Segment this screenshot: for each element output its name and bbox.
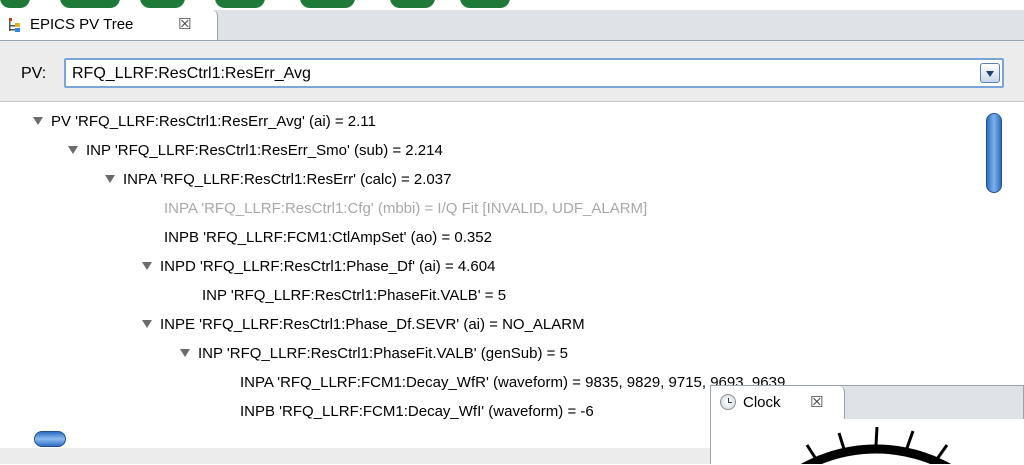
tree-node-label: INPB 'RFQ_LLRF:FCM1:Decay_WfI' (waveform… <box>240 403 594 420</box>
tree-node-label: INPD 'RFQ_LLRF:ResCtrl1:Phase_Df' (ai) =… <box>160 258 496 275</box>
tree-node-label: INPE 'RFQ_LLRF:ResCtrl1:Phase_Df.SEVR' (… <box>160 316 585 333</box>
close-icon[interactable]: ☒ <box>810 393 823 411</box>
tree-node-label: INPA 'RFQ_LLRF:ResCtrl1:Cfg' (mbbi) = I/… <box>164 200 648 217</box>
expand-triangle-icon[interactable] <box>105 175 115 183</box>
horizontal-scroll-thumb[interactable] <box>34 431 66 447</box>
tree-node[interactable]: INPB 'RFQ_LLRF:FCM1:Decay_WfI' (waveform… <box>240 400 710 424</box>
tree-node-label: INPA 'RFQ_LLRF:ResCtrl1:ResErr' (calc) =… <box>123 171 452 188</box>
expand-triangle-icon[interactable] <box>180 349 190 357</box>
expand-triangle-icon[interactable] <box>142 320 152 328</box>
top-decoration <box>0 0 1024 10</box>
vertical-scroll-thumb[interactable] <box>986 113 1002 193</box>
pv-input-row: PV: <box>0 41 1024 101</box>
pv-name-input[interactable] <box>72 63 952 85</box>
tree-node-label: INP 'RFQ_LLRF:ResCtrl1:PhaseFit.VALB' = … <box>202 287 507 304</box>
clock-tab-title: Clock <box>743 394 781 411</box>
tab-epics-pv-tree[interactable]: EPICS PV Tree ☒ <box>0 10 218 40</box>
tree-node-label: INP 'RFQ_LLRF:ResCtrl1:PhaseFit.VALB' (g… <box>198 345 568 362</box>
expand-triangle-icon[interactable] <box>142 262 152 270</box>
clock-icon <box>720 394 736 410</box>
tree-node-label: INPB 'RFQ_LLRF:FCM1:CtlAmpSet' (ao) = 0.… <box>164 229 492 246</box>
tree-node-label: INP 'RFQ_LLRF:ResCtrl1:ResErr_Smo' (sub)… <box>86 142 443 159</box>
clock-face <box>710 419 1024 464</box>
clock-tab-bar: Clock ☒ <box>710 385 1024 420</box>
pv-tree-icon <box>9 18 20 32</box>
pv-combo[interactable] <box>64 58 1004 88</box>
expand-triangle-icon[interactable] <box>68 146 78 154</box>
tree-node-label: INPA 'RFQ_LLRF:FCM1:Decay_WfR' (waveform… <box>240 374 786 391</box>
view-tab-bar: EPICS PV Tree ☒ <box>0 10 1024 41</box>
close-icon[interactable]: ☒ <box>178 15 191 33</box>
clock-dial-icon <box>800 426 952 464</box>
expand-triangle-icon[interactable] <box>33 117 43 125</box>
tab-title: EPICS PV Tree <box>30 16 134 33</box>
tree-node-label: PV 'RFQ_LLRF:ResCtrl1:ResErr_Avg' (ai) =… <box>51 113 376 130</box>
tab-clock[interactable]: Clock ☒ <box>711 386 845 420</box>
clock-view: Clock ☒ <box>710 385 1024 464</box>
pv-label: PV: <box>21 65 47 82</box>
chevron-down-icon[interactable] <box>980 63 1000 83</box>
